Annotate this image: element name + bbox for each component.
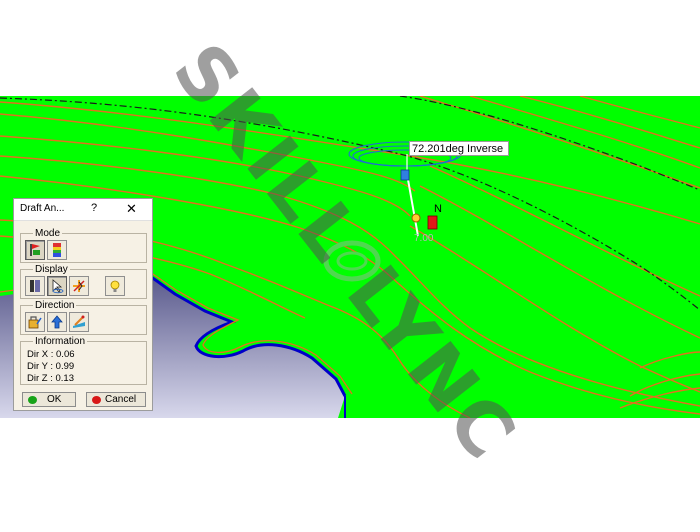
quick-analysis-mode-icon — [30, 244, 40, 256]
information-group: Information Dir X : 0.06 Dir Y : 0.99 Di… — [20, 336, 147, 385]
normal-direction-icon — [51, 315, 63, 329]
dialog-titlebar[interactable]: Draft An... ? ✕ — [14, 199, 152, 221]
light-bulb-icon — [110, 280, 120, 292]
draft-angle-label: 72.201deg Inverse — [409, 141, 509, 156]
ok-icon — [28, 396, 37, 404]
full-analysis-mode-icon — [53, 243, 61, 257]
information-label: Information — [33, 336, 88, 347]
compass-direction-button[interactable] — [69, 312, 89, 332]
lock-direction-icon — [28, 316, 42, 329]
ok-button[interactable]: OK — [22, 392, 76, 407]
draft-value-label: 7.00 — [414, 233, 434, 244]
compass-direction-icon — [73, 315, 85, 328]
normal-axis-label: N — [434, 203, 442, 215]
cancel-button[interactable]: Cancel — [86, 392, 146, 407]
draft-analysis-dialog: Draft An... ? ✕ Mode Display Direction I… — [13, 198, 153, 411]
close-button[interactable]: ✕ — [126, 201, 137, 217]
inspections-icon — [73, 280, 85, 292]
color-scale-icon — [30, 280, 40, 292]
cursor-icon — [52, 279, 64, 294]
full-analysis-mode-button[interactable] — [47, 240, 67, 260]
normal-direction-button[interactable] — [47, 312, 67, 332]
direction-group: Direction — [20, 300, 147, 335]
mode-group: Mode — [20, 228, 147, 263]
display-label: Display — [33, 264, 70, 275]
cursor-button[interactable] — [47, 276, 67, 296]
dir-x-value: Dir X : 0.06 — [27, 349, 75, 360]
help-button[interactable]: ? — [91, 202, 97, 214]
direction-label: Direction — [33, 300, 77, 311]
mode-label: Mode — [33, 228, 63, 239]
inspections-button[interactable] — [69, 276, 89, 296]
color-scale-button[interactable] — [25, 276, 45, 296]
quick-analysis-mode-button[interactable] — [25, 240, 45, 260]
dir-y-value: Dir Y : 0.99 — [27, 361, 75, 372]
dialog-title: Draft An... — [20, 203, 65, 214]
lock-direction-button[interactable] — [25, 312, 45, 332]
dir-z-value: Dir Z : 0.13 — [27, 373, 74, 384]
cancel-icon — [92, 396, 101, 404]
display-group: Display — [20, 264, 147, 299]
light-bulb-button[interactable] — [105, 276, 125, 296]
